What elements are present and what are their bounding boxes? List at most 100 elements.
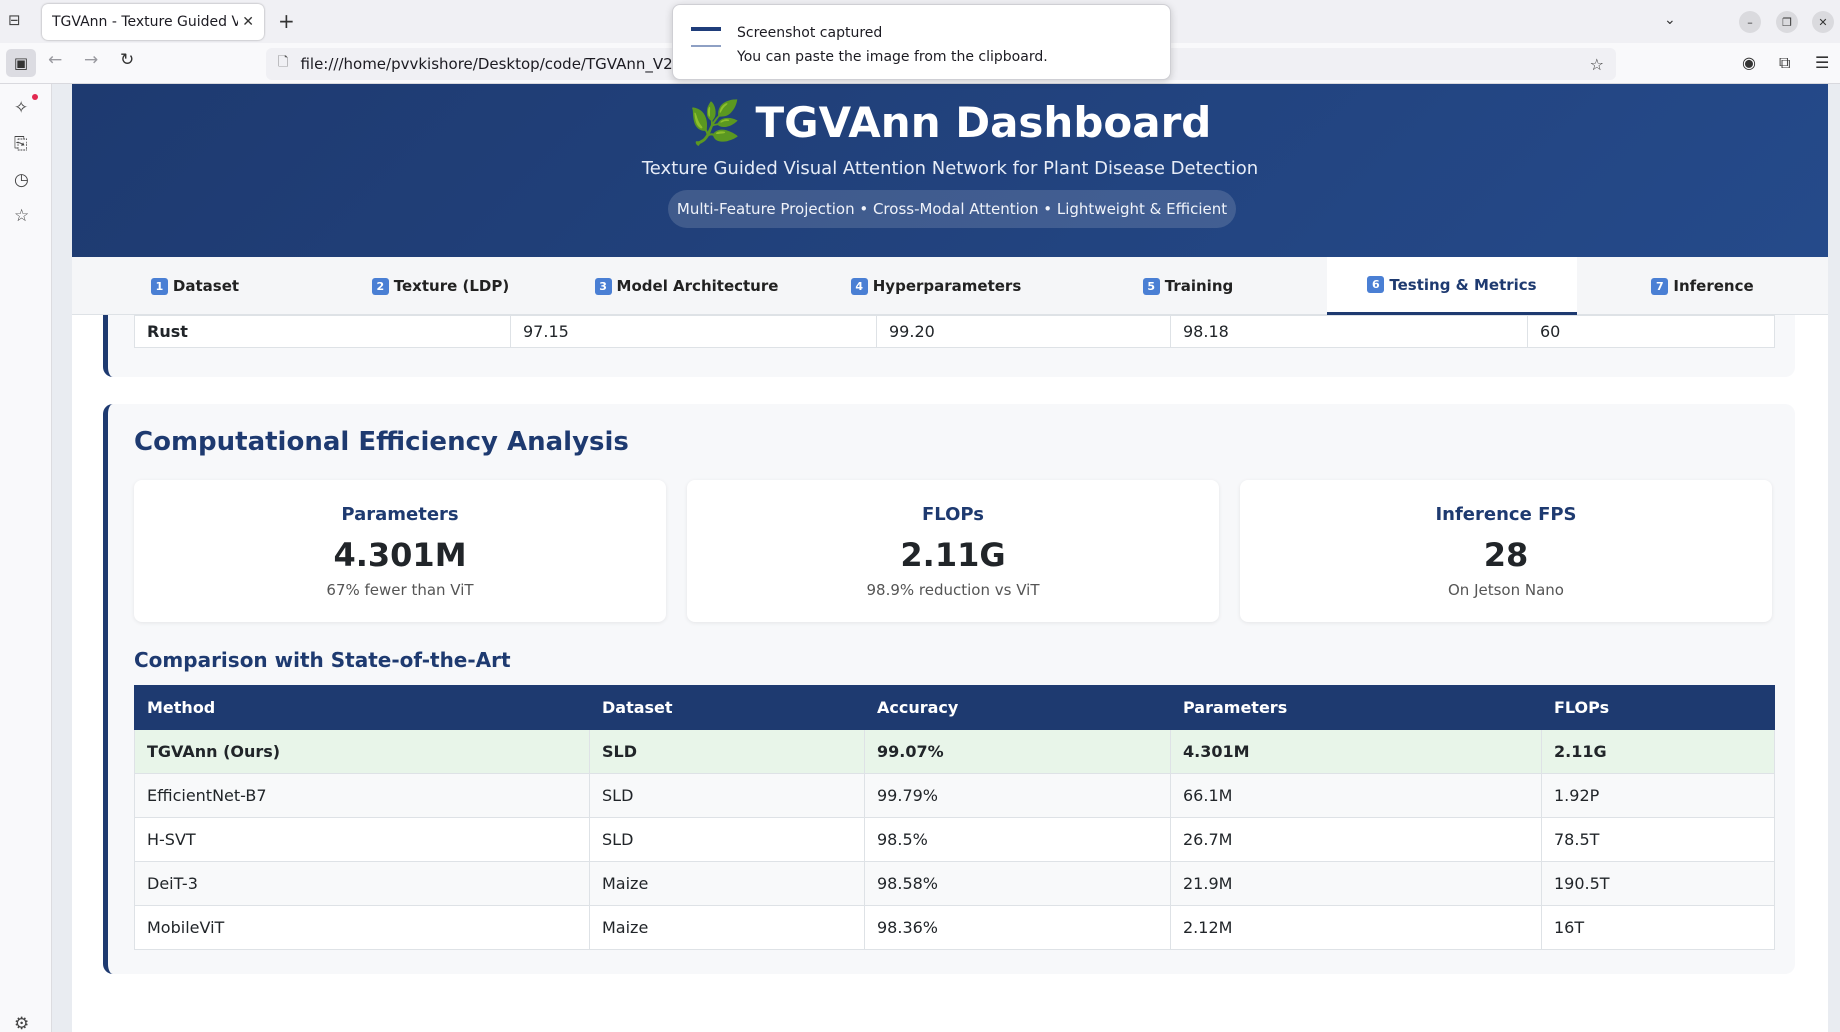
tab-training[interactable]: 5 Training bbox=[1062, 257, 1314, 315]
table-cell: 1.92P bbox=[1541, 773, 1775, 818]
table-cell: 99.79% bbox=[864, 773, 1171, 818]
tab-label: Training bbox=[1164, 277, 1234, 295]
column-header: Accuracy bbox=[864, 685, 1171, 730]
card-label: FLOPs bbox=[921, 504, 984, 525]
account-icon[interactable]: ◉ bbox=[1742, 53, 1756, 72]
table-cell: 98.36% bbox=[864, 905, 1171, 950]
minimize-icon[interactable]: – bbox=[1739, 11, 1761, 33]
notification-dot bbox=[32, 94, 38, 100]
comparison-title: Comparison with State-of-the-Art bbox=[134, 648, 511, 672]
table-cell: 4.301M bbox=[1170, 729, 1542, 774]
table-cell: 98.5% bbox=[864, 817, 1171, 862]
menu-icon[interactable]: ☰ bbox=[1815, 53, 1829, 72]
tab-label: Texture (LDP) bbox=[393, 277, 510, 295]
tab-texture[interactable]: 2 Texture (LDP) bbox=[318, 257, 563, 315]
page-subtitle: Texture Guided Visual Attention Network … bbox=[641, 158, 1259, 179]
table-cell: Maize bbox=[589, 861, 865, 906]
page-title: 🌿 TGVAnn Dashboard bbox=[688, 98, 1212, 147]
tab-label: Inference bbox=[1673, 277, 1754, 295]
table-cell: TGVAnn (Ours) bbox=[134, 729, 590, 774]
section-title: Computational Efficiency Analysis bbox=[134, 427, 629, 457]
table-cell: 66.1M bbox=[1170, 773, 1542, 818]
column-header: Dataset bbox=[589, 685, 865, 730]
card-label: Parameters bbox=[341, 504, 459, 525]
tab-hyperparameters[interactable]: 4 Hyperparameters bbox=[810, 257, 1062, 315]
card-note: On Jetson Nano bbox=[1448, 581, 1564, 599]
card-value: 2.11G bbox=[900, 536, 1006, 574]
table-row: MobileViT Maize 98.36% 2.12M 16T bbox=[134, 905, 1775, 950]
back-icon[interactable]: ← bbox=[48, 52, 62, 69]
metric-card-parameters: Parameters 4.301M 67% fewer than ViT bbox=[134, 480, 666, 622]
dashboard-header: 🌿 TGVAnn Dashboard Texture Guided Visual… bbox=[72, 84, 1828, 257]
table-row: H-SVT SLD 98.5% 26.7M 78.5T bbox=[134, 817, 1775, 862]
settings-gear-icon[interactable]: ⚙ bbox=[14, 1014, 29, 1032]
feature-pill: Multi-Feature Projection • Cross-Modal A… bbox=[668, 190, 1236, 228]
restore-icon[interactable]: ❐ bbox=[1776, 11, 1798, 33]
section-tabs: 1 Dataset 2 Texture (LDP) 3 Model Architect… bbox=[72, 257, 1828, 315]
table-cell: SLD bbox=[589, 817, 865, 862]
tab-label: Model Architecture bbox=[616, 277, 779, 295]
tab-list-icon[interactable]: ⊟ bbox=[8, 13, 21, 28]
extensions-icon[interactable]: ⧉ bbox=[1779, 53, 1790, 73]
close-icon[interactable]: ✕ bbox=[242, 14, 254, 30]
table-cell: DeiT-3 bbox=[134, 861, 590, 906]
per-class-table: Rust 97.15 99.20 98.18 60 bbox=[134, 315, 1775, 348]
window-close-icon[interactable]: ✕ bbox=[1812, 11, 1834, 33]
chevron-down-icon[interactable]: ⌄ bbox=[1664, 12, 1676, 28]
table-cell: SLD bbox=[589, 773, 865, 818]
reload-icon[interactable]: ↻ bbox=[120, 52, 134, 69]
table-row: DeiT-3 Maize 98.58% 21.9M 190.5T bbox=[134, 861, 1775, 906]
column-header: FLOPs bbox=[1541, 685, 1775, 730]
table-cell: 60 bbox=[1527, 315, 1775, 348]
tab-number-badge: 2 bbox=[371, 277, 389, 295]
bookmark-star-icon[interactable]: ☆ bbox=[1590, 55, 1604, 74]
tab-number-badge: 3 bbox=[594, 277, 612, 295]
sidebar-toggle-icon[interactable]: ▣ bbox=[6, 49, 36, 77]
table-cell: 21.9M bbox=[1170, 861, 1542, 906]
ai-sparkle-icon[interactable]: ✧ bbox=[14, 98, 28, 118]
forward-icon[interactable]: → bbox=[84, 52, 98, 69]
screenshot-thumbnail-icon bbox=[691, 27, 721, 47]
table-cell: Rust bbox=[134, 315, 511, 348]
table-cell: 97.15 bbox=[510, 315, 877, 348]
table-cell: H-SVT bbox=[134, 817, 590, 862]
metric-card-fps: Inference FPS 28 On Jetson Nano bbox=[1240, 480, 1772, 622]
column-header: Parameters bbox=[1170, 685, 1542, 730]
table-cell: 98.58% bbox=[864, 861, 1171, 906]
tab-dataset[interactable]: 1 Dataset bbox=[72, 257, 318, 315]
tab-number-badge: 5 bbox=[1142, 277, 1160, 295]
tab-number-badge: 4 bbox=[850, 277, 868, 295]
tab-number-badge: 1 bbox=[150, 277, 168, 295]
tab-inference[interactable]: 7 Inference bbox=[1577, 257, 1828, 315]
url-text[interactable]: file:///home/pvvkishore/Desktop/code/TGV… bbox=[300, 55, 690, 73]
table-cell: 16T bbox=[1541, 905, 1775, 950]
metric-card-flops: FLOPs 2.11G 98.9% reduction vs ViT bbox=[687, 480, 1219, 622]
table-row-ours: TGVAnn (Ours) SLD 99.07% 4.301M 2.11G bbox=[134, 729, 1775, 774]
tab-model-architecture[interactable]: 3 Model Architecture bbox=[563, 257, 810, 315]
table-cell: 190.5T bbox=[1541, 861, 1775, 906]
tab-number-badge: 7 bbox=[1651, 277, 1669, 295]
card-label: Inference FPS bbox=[1435, 504, 1577, 525]
tab-title: TGVAnn - Texture Guided Vis bbox=[52, 14, 239, 30]
card-note: 98.9% reduction vs ViT bbox=[866, 581, 1040, 599]
tab-testing-metrics[interactable]: 6 Testing & Metrics bbox=[1327, 257, 1577, 315]
table-cell: 99.20 bbox=[876, 315, 1171, 348]
table-cell: EfficientNet-B7 bbox=[134, 773, 590, 818]
card-value: 28 bbox=[1483, 536, 1529, 574]
table-cell: Maize bbox=[589, 905, 865, 950]
card-note: 67% fewer than ViT bbox=[326, 581, 474, 599]
new-tab-icon[interactable]: + bbox=[278, 9, 295, 33]
table-cell: 78.5T bbox=[1541, 817, 1775, 862]
table-row: Rust 97.15 99.20 98.18 60 bbox=[134, 315, 1775, 348]
per-class-metrics-section: Rust 97.15 99.20 98.18 60 bbox=[103, 315, 1795, 377]
table-row: EfficientNet-B7 SLD 99.79% 66.1M 1.92P bbox=[134, 773, 1775, 818]
tab-label: Dataset bbox=[172, 277, 240, 295]
card-value: 4.301M bbox=[333, 536, 467, 574]
history-icon[interactable]: ◷ bbox=[14, 170, 29, 190]
bookmarks-icon[interactable]: ☆ bbox=[14, 206, 29, 226]
synced-tabs-icon[interactable]: ⎘ bbox=[14, 134, 28, 154]
table-cell: 98.18 bbox=[1170, 315, 1528, 348]
screenshot-notification[interactable]: Screenshot captured You can paste the im… bbox=[672, 4, 1171, 80]
page-icon: 🗋 bbox=[278, 55, 289, 70]
browser-tab[interactable]: TGVAnn - Texture Guided Vis ✕ bbox=[42, 4, 264, 40]
